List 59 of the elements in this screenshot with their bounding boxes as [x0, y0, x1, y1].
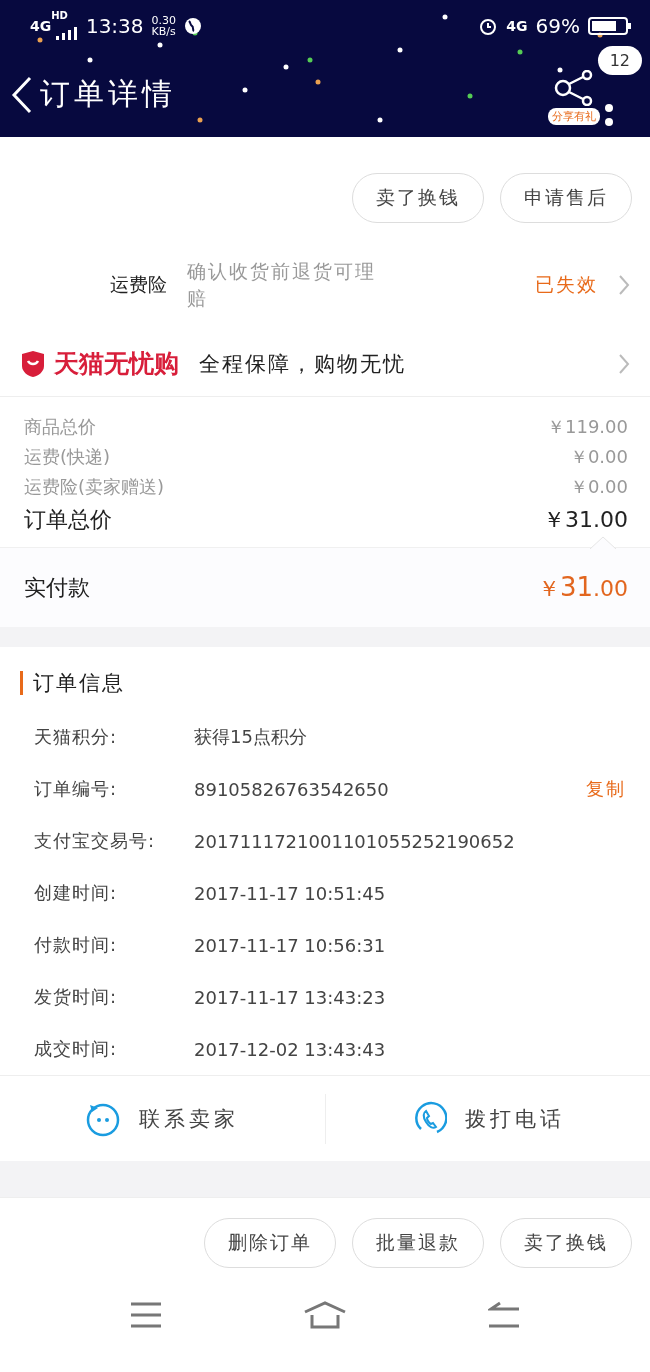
info-label: 支付宝交易号: [34, 829, 157, 853]
info-value: 89105826763542650 [194, 778, 390, 800]
battery-icon [588, 16, 632, 36]
battery-percent: 69% [535, 14, 580, 38]
network-type: 4G [30, 18, 52, 34]
paid-label: 实付款 [24, 573, 90, 602]
section-title: 订单信息 [33, 670, 125, 697]
info-value: 2017-11-17 13:43:23 [194, 986, 387, 1008]
hd-label: HD [51, 10, 68, 21]
price-label: 商品总价 [24, 415, 96, 439]
share-icon[interactable] [553, 70, 595, 106]
chevron-right-icon [618, 274, 630, 296]
home-icon[interactable] [303, 1301, 347, 1329]
action-button[interactable]: 删除订单 [204, 1218, 336, 1268]
action-button[interactable]: 申请售后 [500, 173, 632, 223]
price-value: ￥119.00 [547, 415, 628, 439]
share-reward-label: 分享有礼 [548, 108, 600, 125]
insurance-description: 确认收货前退货可理赔 [187, 259, 377, 311]
speed-unit: KB/s [151, 26, 177, 37]
menu-icon[interactable] [130, 1302, 163, 1328]
price-label: 运费(快递) [24, 445, 111, 469]
order-total-value: ￥31.00 [543, 506, 628, 534]
contact-button[interactable]: 拨打电话 [324, 1093, 650, 1144]
network-type: 4G [506, 18, 528, 34]
shield-icon [20, 349, 46, 378]
info-value: 2017-11-17 10:56:31 [194, 934, 387, 956]
paid-amount: ￥31.00 [537, 571, 628, 604]
page-title: 订单详情 [40, 75, 176, 113]
clock-time: 13:38 [85, 14, 144, 38]
contact-button[interactable]: 联系卖家 [0, 1093, 325, 1144]
back-icon[interactable] [10, 74, 34, 115]
price-value: ￥0.00 [569, 475, 628, 499]
action-button[interactable]: 卖了换钱 [352, 173, 484, 223]
alarm-icon [478, 16, 499, 36]
globe-icon [184, 17, 203, 35]
back-nav-icon[interactable] [487, 1301, 520, 1329]
signal-icon [55, 25, 78, 41]
order-total-label: 订单总价 [24, 506, 112, 534]
info-label: 发货时间: [34, 985, 119, 1009]
info-value: 2017-11-17 10:51:45 [194, 882, 387, 904]
info-label: 订单编号: [34, 777, 119, 801]
action-button[interactable]: 批量退款 [352, 1218, 484, 1268]
info-value: 2017111721001101055252190652 [194, 830, 516, 852]
brand-name: 天猫无忧购 [54, 348, 179, 380]
action-button[interactable]: 卖了换钱 [500, 1218, 632, 1268]
speed-value: 0.30 [151, 15, 177, 26]
message-count-badge: 12 [597, 46, 642, 75]
info-label: 成交时间: [34, 1037, 119, 1061]
info-value: 2017-12-02 13:43:43 [194, 1038, 387, 1060]
info-label: 天猫积分: [34, 725, 119, 749]
price-value: ￥0.00 [569, 445, 628, 469]
price-label: 运费险(卖家赠送) [24, 475, 165, 499]
chevron-right-icon [618, 352, 630, 375]
guarantee-slogan: 全程保障，购物无忧 [199, 350, 406, 378]
insurance-label: 运费险 [110, 272, 167, 297]
info-label: 付款时间: [34, 933, 119, 957]
info-value: 获得15点积分 [194, 725, 308, 749]
insurance-status: 已失效 [535, 272, 598, 297]
info-label: 创建时间: [34, 881, 119, 905]
